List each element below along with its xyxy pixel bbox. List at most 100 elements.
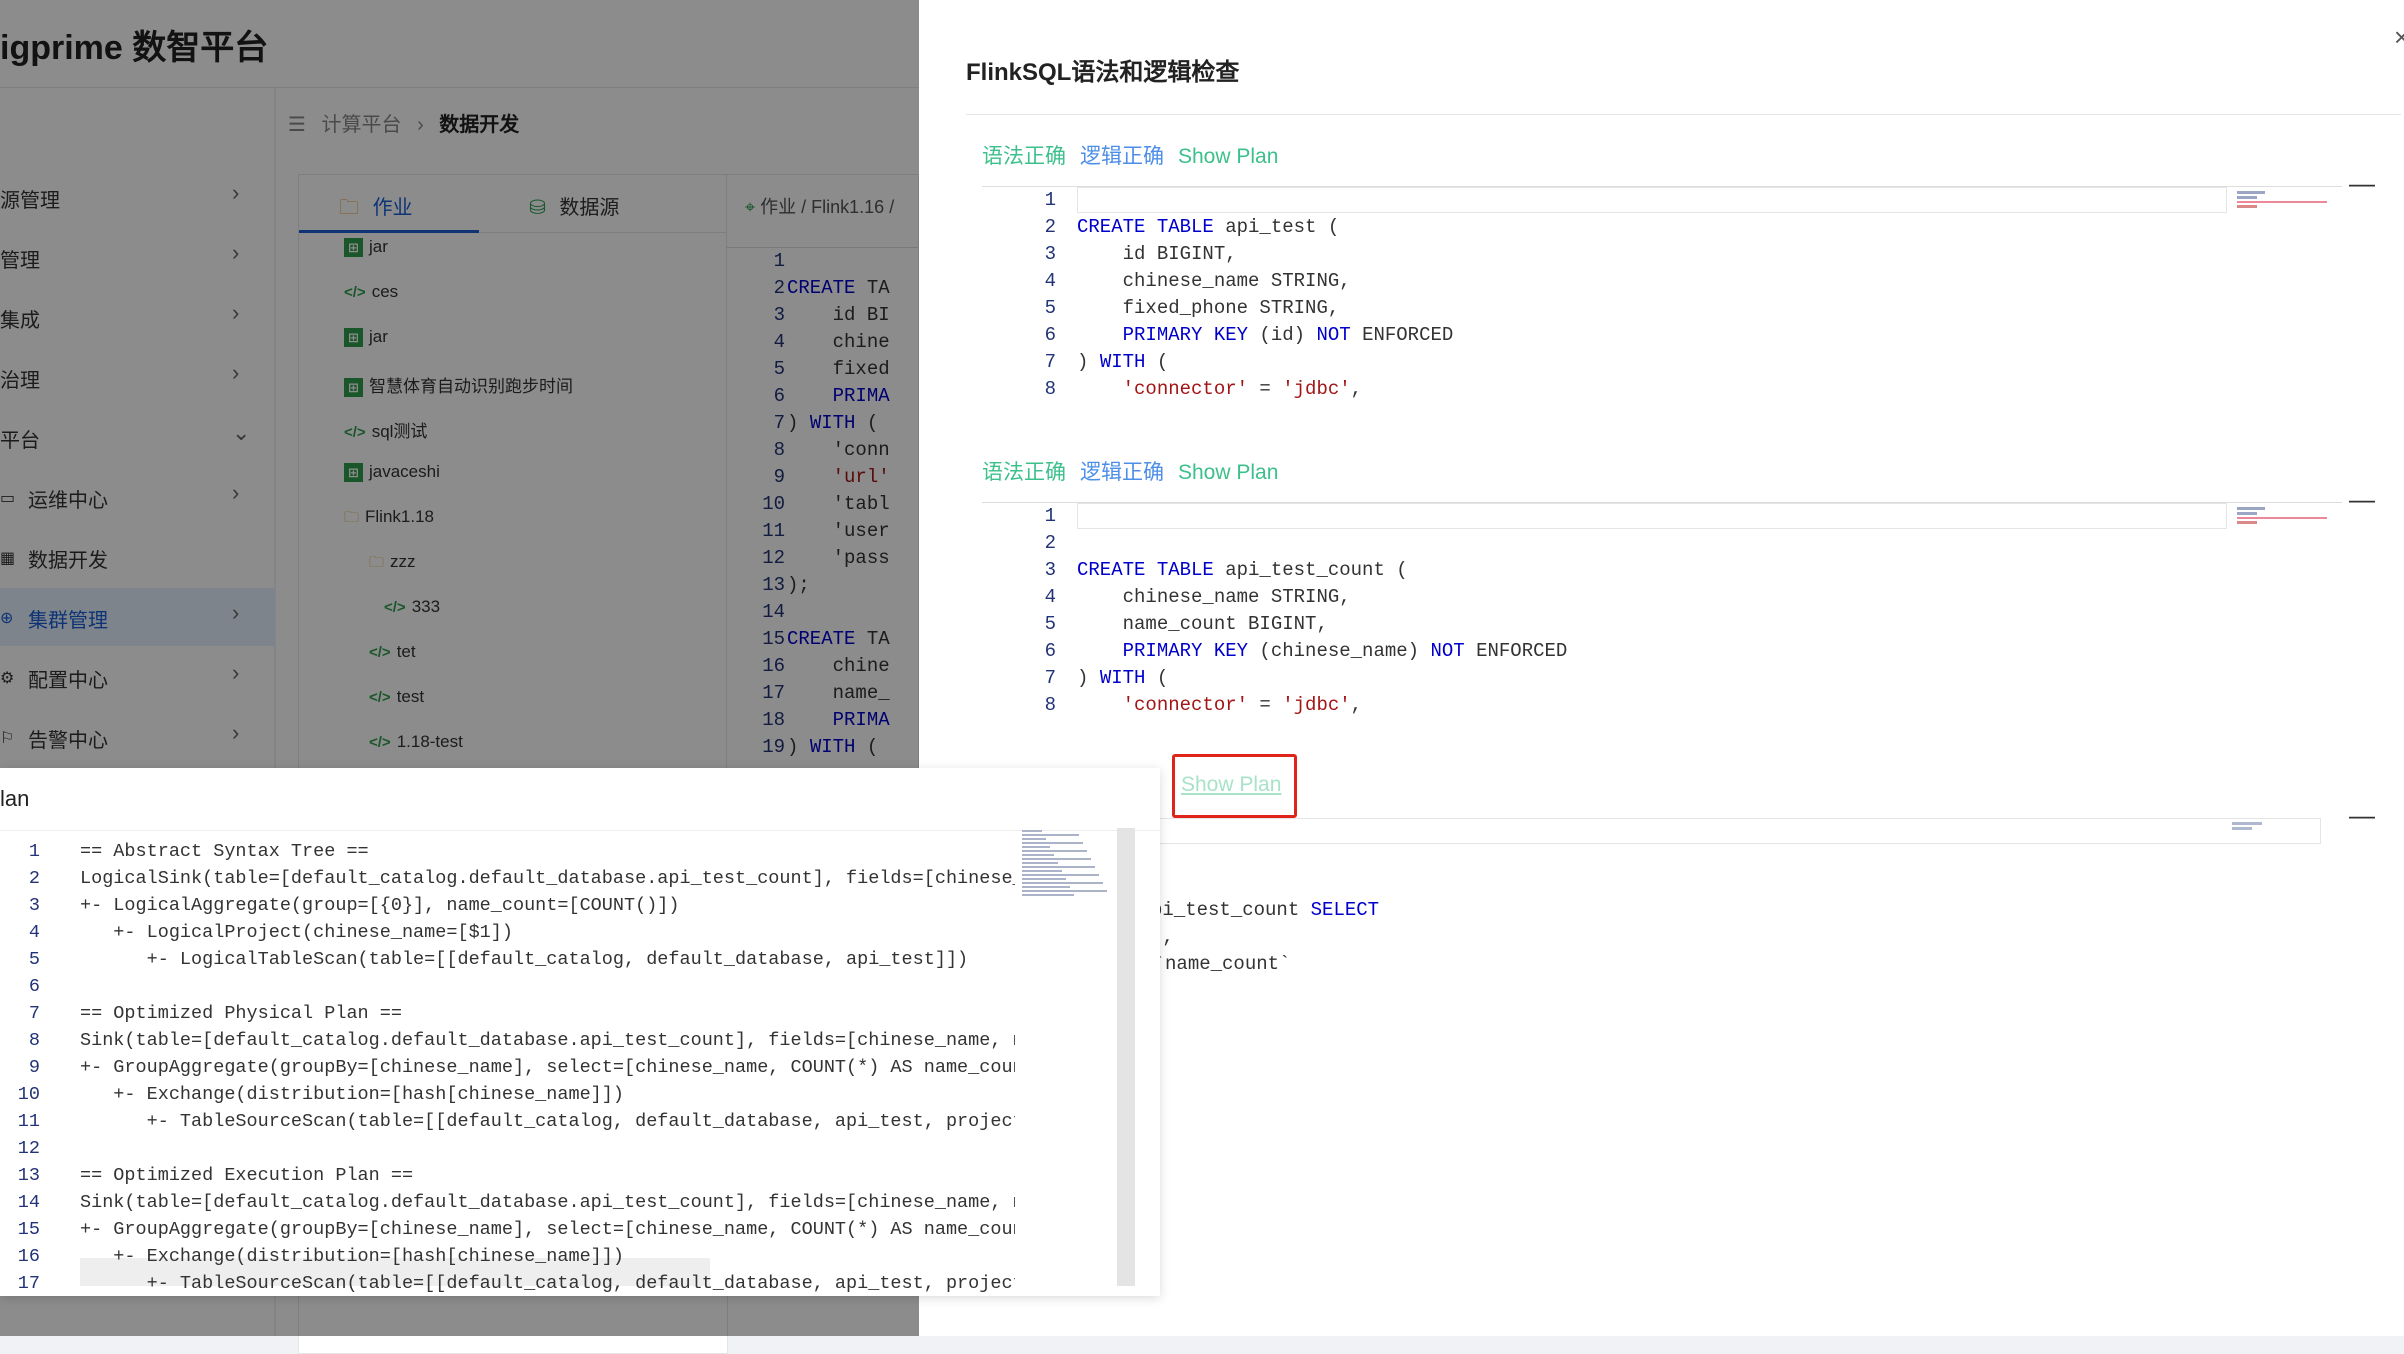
minimap [2237, 191, 2337, 221]
current-line-box [1077, 187, 2227, 213]
line-number: 8 [1044, 694, 1056, 716]
plan-text: +- LogicalProject(chinese_name=[$1]) [80, 922, 513, 943]
code-text: ) WITH ( [1077, 667, 1169, 689]
plan-text: +- TableSourceScan(table=[[default_catal… [146, 1273, 1015, 1294]
line-number: 4 [28, 922, 40, 943]
plan-popup: lan 1 == Abstract Syntax Tree == 2 LogicalS… [0, 768, 1160, 1296]
minimap-line [1022, 874, 1099, 876]
line-number: 11 [17, 1111, 40, 1132]
code-text: id BIGINT, [1077, 243, 1237, 265]
check-status: 语法正确 逻辑正确 Show Plan [982, 456, 1292, 486]
minimap-line [1022, 834, 1079, 836]
line-number: 13 [17, 1165, 40, 1186]
plan-line: 17 +- TableSourceScan(table=[[default_ca… [0, 1270, 1015, 1296]
minimap-line [1022, 838, 1046, 840]
line-number: 1 [1044, 189, 1056, 211]
line-number: 1 [28, 841, 40, 862]
plan-line: 13 == Optimized Execution Plan == [0, 1162, 1015, 1189]
collapse-icon[interactable]: — [2349, 168, 2375, 199]
line-number: 17 [17, 1273, 40, 1294]
plan-line: 2 LogicalSink(table=[default_catalog.defa… [0, 865, 1015, 892]
line-number: 12 [17, 1138, 40, 1159]
show-plan-highlight[interactable]: Show Plan [1172, 754, 1297, 818]
plan-line: 14 Sink(table=[default_catalog.default_da… [0, 1189, 1015, 1216]
line-number: 3 [28, 895, 40, 916]
plan-line: 8 Sink(table=[default_catalog.default_dat… [0, 1027, 1015, 1054]
minimap [2237, 507, 2337, 537]
line-number: 5 [1044, 297, 1056, 319]
code-text: chinese_name STRING, [1077, 586, 1351, 608]
code-text: name_count BIGINT, [1077, 613, 1328, 635]
plan-text: +- Exchange(distribution=[hash[chinese_n… [80, 1084, 624, 1105]
show-plan-button[interactable]: Show Plan [1181, 773, 1281, 797]
code-text: CREATE TABLE api_test_count ( [1077, 559, 1408, 581]
minimap-line [1022, 830, 1042, 832]
logic-ok-label: 逻辑正确 [1080, 461, 1164, 484]
plan-text: LogicalSink(table=[default_catalog.defau… [80, 868, 1015, 889]
plan-line: 3 +- LogicalAggregate(group=[{0}], name_c… [0, 892, 1015, 919]
minimap-line [1022, 858, 1091, 860]
line-number: 2 [1044, 532, 1056, 554]
plan-minimap [1022, 828, 1115, 998]
line-number: 9 [28, 1057, 40, 1078]
show-plan-link[interactable]: Show Plan [1178, 145, 1278, 168]
line-number: 5 [28, 949, 40, 970]
plan-line: 4 +- LogicalProject(chinese_name=[$1]) [0, 919, 1015, 946]
line-number: 8 [28, 1030, 40, 1051]
plan-line: 7 == Optimized Physical Plan == [0, 1000, 1015, 1027]
close-icon[interactable]: × [2394, 22, 2404, 53]
plan-scrollbar[interactable] [1117, 828, 1135, 1286]
minimap-line [1022, 870, 1062, 872]
current-line-box [1139, 818, 2321, 844]
minimap-line [1022, 842, 1083, 844]
line-number: 7 [1044, 667, 1056, 689]
plan-line: 1 == Abstract Syntax Tree == [0, 838, 1015, 865]
line-number: 10 [17, 1084, 40, 1105]
minimap-line [1022, 850, 1087, 852]
minimap-line [1022, 890, 1107, 892]
plan-line: 6 [0, 973, 1015, 1000]
minimap-line [1022, 894, 1074, 896]
plan-text: == Optimized Physical Plan == [80, 1003, 402, 1024]
code-text: PRIMARY KEY (id) NOT ENFORCED [1122, 324, 1454, 346]
plan-line: 9 +- GroupAggregate(groupBy=[chinese_name… [0, 1054, 1015, 1081]
sql-editor[interactable]: 1 2 CREATE TABLE api_test (3 id BIGINT, 4 c… [982, 186, 2342, 410]
line-number: 6 [28, 976, 40, 997]
line-number: 4 [1044, 586, 1056, 608]
current-line-box [1077, 503, 2227, 529]
plan-text: +- GroupAggregate(groupBy=[chinese_name]… [80, 1057, 1015, 1078]
line-number: 16 [17, 1246, 40, 1267]
plan-text: == Optimized Execution Plan == [80, 1165, 414, 1186]
plan-line: 11 +- TableSourceScan(table=[[default_ca… [0, 1108, 1015, 1135]
line-number: 6 [1044, 640, 1056, 662]
code-text: ) WITH ( [1077, 351, 1169, 373]
collapse-icon[interactable]: — [2349, 800, 2375, 831]
plan-title: lan [0, 786, 30, 811]
plan-text: Sink(table=[default_catalog.default_data… [80, 1030, 1015, 1051]
plan-line: 16 +- Exchange(distribution=[hash[chines… [0, 1243, 1015, 1270]
sql-editor[interactable]: 1 2 3 CREATE TABLE api_test_count (4 chines… [982, 502, 2342, 726]
code-text: fixed_phone STRING, [1077, 297, 1340, 319]
plan-text: +- TableSourceScan(table=[[default_catal… [146, 1111, 1015, 1132]
syntax-ok-label: 语法正确 [982, 145, 1066, 168]
line-number: 14 [17, 1192, 40, 1213]
minimap-line [1022, 878, 1066, 880]
plan-text: +- Exchange(distribution=[hash[chinese_n… [80, 1246, 624, 1267]
code-text: PRIMARY KEY (chinese_name) NOT ENFORCED [1122, 640, 1568, 662]
line-number: 6 [1044, 324, 1056, 346]
plan-text: +- LogicalTableScan(table=[[default_cata… [80, 949, 969, 970]
syntax-ok-label: 语法正确 [982, 461, 1066, 484]
plan-text: +- GroupAggregate(groupBy=[chinese_name]… [80, 1219, 1015, 1240]
drawer-title: FlinkSQL语法和逻辑检查 [966, 59, 1240, 86]
minimap-line [1022, 854, 1054, 856]
show-plan-link[interactable]: Show Plan [1178, 461, 1278, 484]
line-number: 2 [1044, 216, 1056, 238]
line-number: 7 [28, 1003, 40, 1024]
line-number: 2 [28, 868, 40, 889]
code-text: CREATE TABLE api_test ( [1077, 216, 1340, 238]
plan-line: 5 +- LogicalTableScan(table=[[default_ca… [0, 946, 1015, 973]
plan-line: 10 +- Exchange(distribution=[hash[chines… [0, 1081, 1015, 1108]
minimap-line [1022, 886, 1070, 888]
collapse-icon[interactable]: — [2349, 484, 2375, 515]
check-status: 语法正确 逻辑正确 Show Plan [982, 140, 1292, 170]
